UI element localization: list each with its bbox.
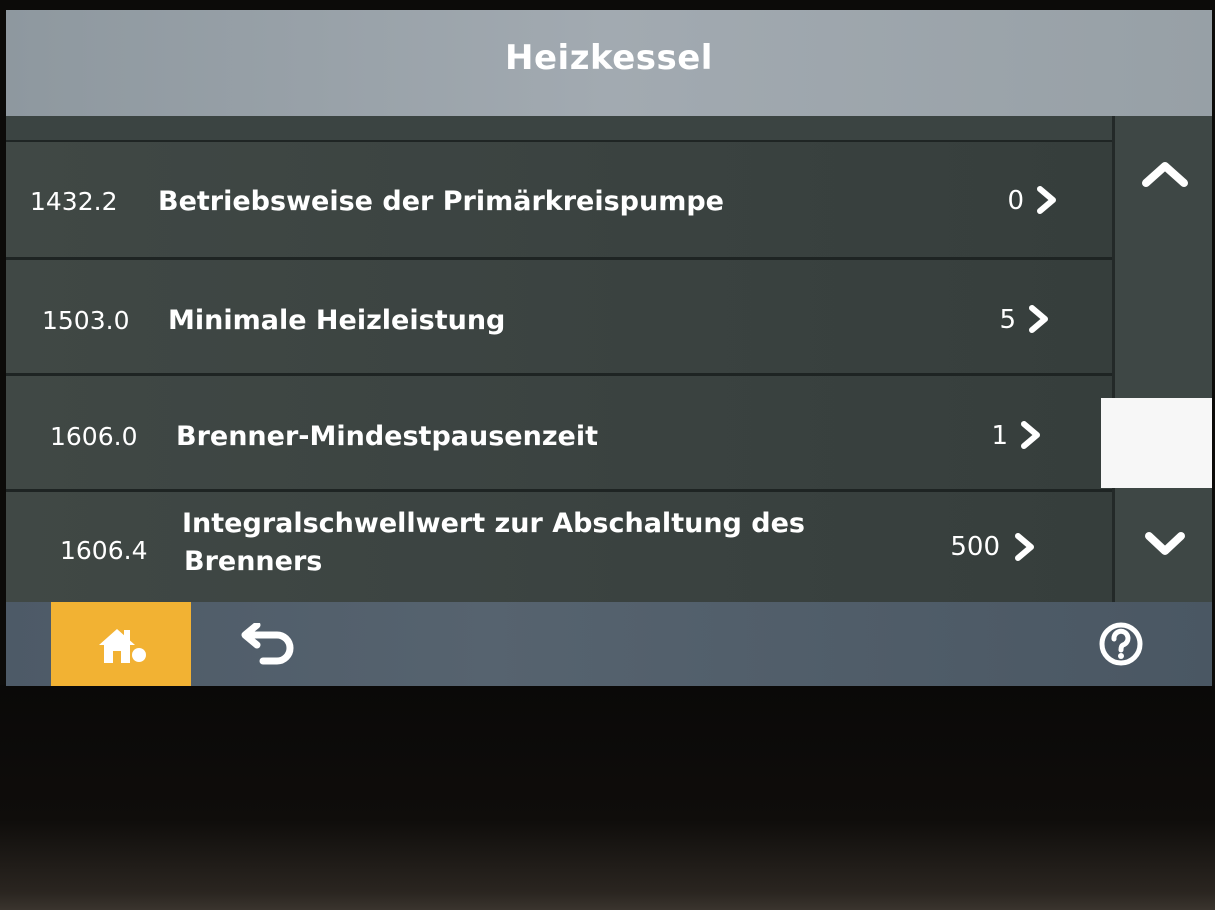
display-screen: Heizkessel 1432.2 Betriebsweise der Prim… — [6, 10, 1212, 686]
parameter-label: Brenner-Mindestpausenzeit — [176, 421, 599, 452]
list-item-1432-2[interactable]: 1432.2 Betriebsweise der Primärkreispump… — [6, 142, 1112, 260]
device-bezel — [0, 685, 1215, 910]
scroll-thumb[interactable] — [1101, 398, 1212, 488]
list-item-1606-4[interactable]: 1606.4 Integralschwellwert zur Abschaltu… — [6, 492, 1112, 606]
back-arrow-icon — [241, 623, 294, 665]
list-top-divider — [6, 116, 1112, 142]
parameter-id: 1606.4 — [60, 536, 148, 565]
parameter-value: 1 — [991, 421, 1008, 451]
parameter-id: 1606.0 — [50, 422, 138, 451]
list-item-1606-0[interactable]: 1606.0 Brenner-Mindestpausenzeit 1 — [6, 376, 1112, 492]
chevron-right-icon — [1029, 305, 1048, 333]
list-item-1503-0[interactable]: 1503.0 Minimale Heizleistung 5 — [6, 260, 1112, 376]
chevron-up-icon — [1142, 162, 1188, 187]
device-photo: Heizkessel 1432.2 Betriebsweise der Prim… — [0, 0, 1215, 910]
parameter-list: 1432.2 Betriebsweise der Primärkreispump… — [6, 116, 1112, 606]
chevron-right-icon — [1015, 533, 1034, 561]
back-button[interactable] — [226, 616, 306, 672]
help-icon — [1099, 622, 1143, 666]
scroll-up-button[interactable] — [1115, 134, 1212, 214]
parameter-value: 5 — [999, 305, 1016, 335]
home-button[interactable] — [51, 602, 191, 686]
parameter-label: Betriebsweise der Primärkreispumpe — [158, 186, 724, 217]
parameter-id: 1432.2 — [30, 187, 118, 216]
parameter-label-line1: Integralschwellwert zur Abschaltung des — [182, 508, 805, 539]
chevron-right-icon — [1037, 186, 1056, 214]
scroll-down-button[interactable] — [1115, 504, 1212, 584]
scrollbar[interactable] — [1101, 116, 1212, 606]
home-icon — [99, 629, 146, 663]
help-button[interactable] — [1091, 616, 1151, 672]
page-title: Heizkessel — [505, 38, 713, 78]
chevron-down-icon — [1145, 532, 1185, 555]
chevron-right-icon — [1021, 421, 1040, 449]
parameter-label-line2: Brenners — [184, 546, 323, 577]
parameter-value: 500 — [950, 532, 1000, 562]
parameter-label: Minimale Heizleistung — [168, 305, 506, 336]
parameter-id: 1503.0 — [42, 306, 130, 335]
parameter-value: 0 — [1007, 186, 1024, 216]
footer-bar — [6, 602, 1212, 686]
screen-header: Heizkessel — [6, 10, 1212, 116]
